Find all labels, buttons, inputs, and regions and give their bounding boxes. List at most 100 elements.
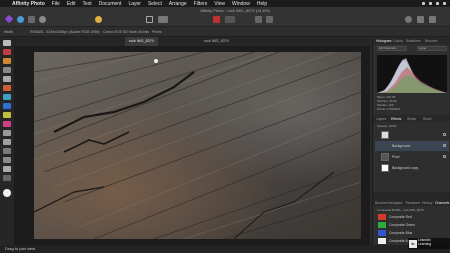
tab-brushes[interactable]: Brushes (425, 39, 437, 43)
main-toolbar: Affinity Photo - rock IMG_8379 (14.8%) (0, 7, 450, 27)
document-size-label: RGBA/8 - 5184x3456px (Adobe RGB 1998) (30, 30, 100, 34)
marquee-tool-icon[interactable] (3, 76, 11, 82)
status-bar: Drag to pan view. (0, 245, 450, 253)
view-mode-icon[interactable] (417, 16, 424, 23)
layers-tabs: Layers Effects Styles Stock (373, 115, 450, 122)
channel-row-red[interactable]: Composite Red (375, 213, 449, 221)
tone-mapping-persona-icon[interactable] (39, 16, 46, 23)
layer-name: Background copy (392, 166, 419, 170)
status-icon (422, 2, 425, 5)
marquee-icon[interactable] (146, 16, 153, 23)
text-tool-icon[interactable] (3, 166, 11, 172)
tab-stock[interactable]: Stock (423, 117, 431, 121)
menu-filters[interactable]: Filters (194, 1, 208, 7)
channel-swatch (378, 230, 386, 236)
menu-help[interactable]: Help (257, 1, 267, 7)
layer-row-background-copy[interactable]: Background copy (375, 163, 449, 173)
clone-tool-icon[interactable] (3, 130, 11, 136)
list-icon[interactable] (443, 2, 446, 5)
record-macro-icon[interactable] (213, 16, 220, 23)
eraser-icon[interactable] (3, 94, 11, 100)
menu-document[interactable]: Document (99, 1, 122, 7)
tab-layers[interactable]: Layers (376, 117, 386, 121)
crop-tool-icon[interactable] (3, 49, 11, 55)
channel-swatch (378, 214, 386, 220)
arrange-icon[interactable] (225, 16, 235, 23)
tab-styles[interactable]: Styles (407, 117, 416, 121)
rock-texture-image (34, 52, 361, 239)
blur-tool-icon[interactable] (3, 139, 11, 145)
channel-row-green[interactable]: Composite Green (375, 221, 449, 229)
paint-brush-icon[interactable] (3, 85, 11, 91)
gradient-tool-icon[interactable] (3, 112, 11, 118)
layer-row-1[interactable] (375, 130, 449, 140)
tab-channels[interactable]: Channels (435, 201, 449, 205)
menu-select[interactable]: Select (148, 1, 162, 7)
channel-swatch (378, 238, 386, 244)
document-tabs: rock IMG_8379 rock IMG_8379 (15, 37, 370, 46)
menu-arrange[interactable]: Arrange (169, 1, 187, 7)
selection-mode-icon[interactable] (158, 16, 168, 23)
fill-tool-icon[interactable] (3, 103, 11, 109)
primary-color-icon[interactable] (3, 189, 11, 197)
channel-name: Composite Blue (389, 231, 413, 235)
units-select[interactable]: Pixels (152, 30, 162, 34)
layer-visibility-checkbox[interactable] (443, 155, 446, 158)
menu-edit[interactable]: Edit (67, 1, 76, 7)
linkedin-logo-icon: in (409, 239, 417, 248)
selection-brush-icon[interactable] (3, 58, 11, 64)
bottom-panel-tabs: Brushes Navigator Transform History Chan… (373, 199, 450, 206)
tab-document-1[interactable]: rock IMG_8379 (125, 37, 158, 46)
liquify-persona-icon[interactable] (17, 16, 24, 23)
layer-row-pixel[interactable]: Pixel (375, 152, 449, 162)
opacity-label[interactable]: Opacity: 100% (377, 124, 397, 128)
shape-tool-icon[interactable] (3, 157, 11, 163)
tab-histogram[interactable]: Histogram (376, 39, 391, 43)
layer-thumbnail (381, 131, 389, 139)
tab-document-2[interactable]: rock IMG_8379 (200, 37, 233, 46)
tab-swatches[interactable]: Swatches (406, 39, 421, 43)
menu-view[interactable]: View (214, 1, 225, 7)
right-panel: Histogram Colour Swatches Brushes All Ch… (372, 37, 450, 245)
assistant-icon[interactable] (266, 16, 273, 23)
histogram-tabs: Histogram Colour Swatches Brushes (373, 37, 450, 44)
hand-tool-icon[interactable] (3, 175, 11, 181)
layer-actions-bar (373, 192, 450, 199)
snapping-icon[interactable] (255, 16, 262, 23)
layer-select[interactable]: Layer (417, 46, 447, 51)
layer-visibility-checkbox[interactable] (443, 133, 446, 136)
color-picker-icon[interactable] (95, 16, 102, 23)
layer-name: Pixel (392, 155, 400, 159)
menu-extras (422, 0, 446, 7)
dodge-tool-icon[interactable] (3, 121, 11, 127)
search-icon[interactable] (436, 2, 439, 5)
channel-select[interactable]: All Channels (377, 46, 407, 51)
layer-visibility-checkbox[interactable] (443, 144, 446, 147)
wifi-icon (429, 2, 432, 5)
flood-select-icon[interactable] (3, 67, 11, 73)
tab-colour[interactable]: Colour (393, 39, 403, 43)
tab-history[interactable]: History (422, 201, 433, 205)
tab-brushes-bottom[interactable]: Brushes (375, 201, 387, 205)
move-tool-icon[interactable] (3, 40, 11, 46)
menu-text[interactable]: Text (82, 1, 91, 7)
photo-persona-icon[interactable] (4, 14, 14, 24)
histogram-graph (377, 55, 447, 93)
menu-file[interactable]: File (52, 1, 60, 7)
tab-transform[interactable]: Transform (405, 201, 420, 205)
split-view-icon[interactable] (429, 16, 436, 23)
menu-layer[interactable]: Layer (128, 1, 141, 7)
app-menu[interactable]: Affinity Photo (12, 1, 45, 7)
document-image[interactable] (34, 52, 361, 239)
layer-thumbnail (381, 153, 389, 161)
menu-window[interactable]: Window (232, 1, 250, 7)
help-icon[interactable] (405, 16, 412, 23)
channel-row-blue[interactable]: Composite Blue (375, 229, 449, 237)
layer-row-background[interactable]: Background (375, 141, 449, 151)
pen-tool-icon[interactable] (3, 148, 11, 154)
tab-navigator[interactable]: Navigator (388, 201, 403, 205)
width-label: Width (4, 30, 14, 34)
tab-effects[interactable]: Effects (391, 117, 401, 121)
menu-bar: Affinity Photo File Edit Text Document L… (0, 0, 450, 7)
develop-persona-icon[interactable] (28, 16, 35, 23)
